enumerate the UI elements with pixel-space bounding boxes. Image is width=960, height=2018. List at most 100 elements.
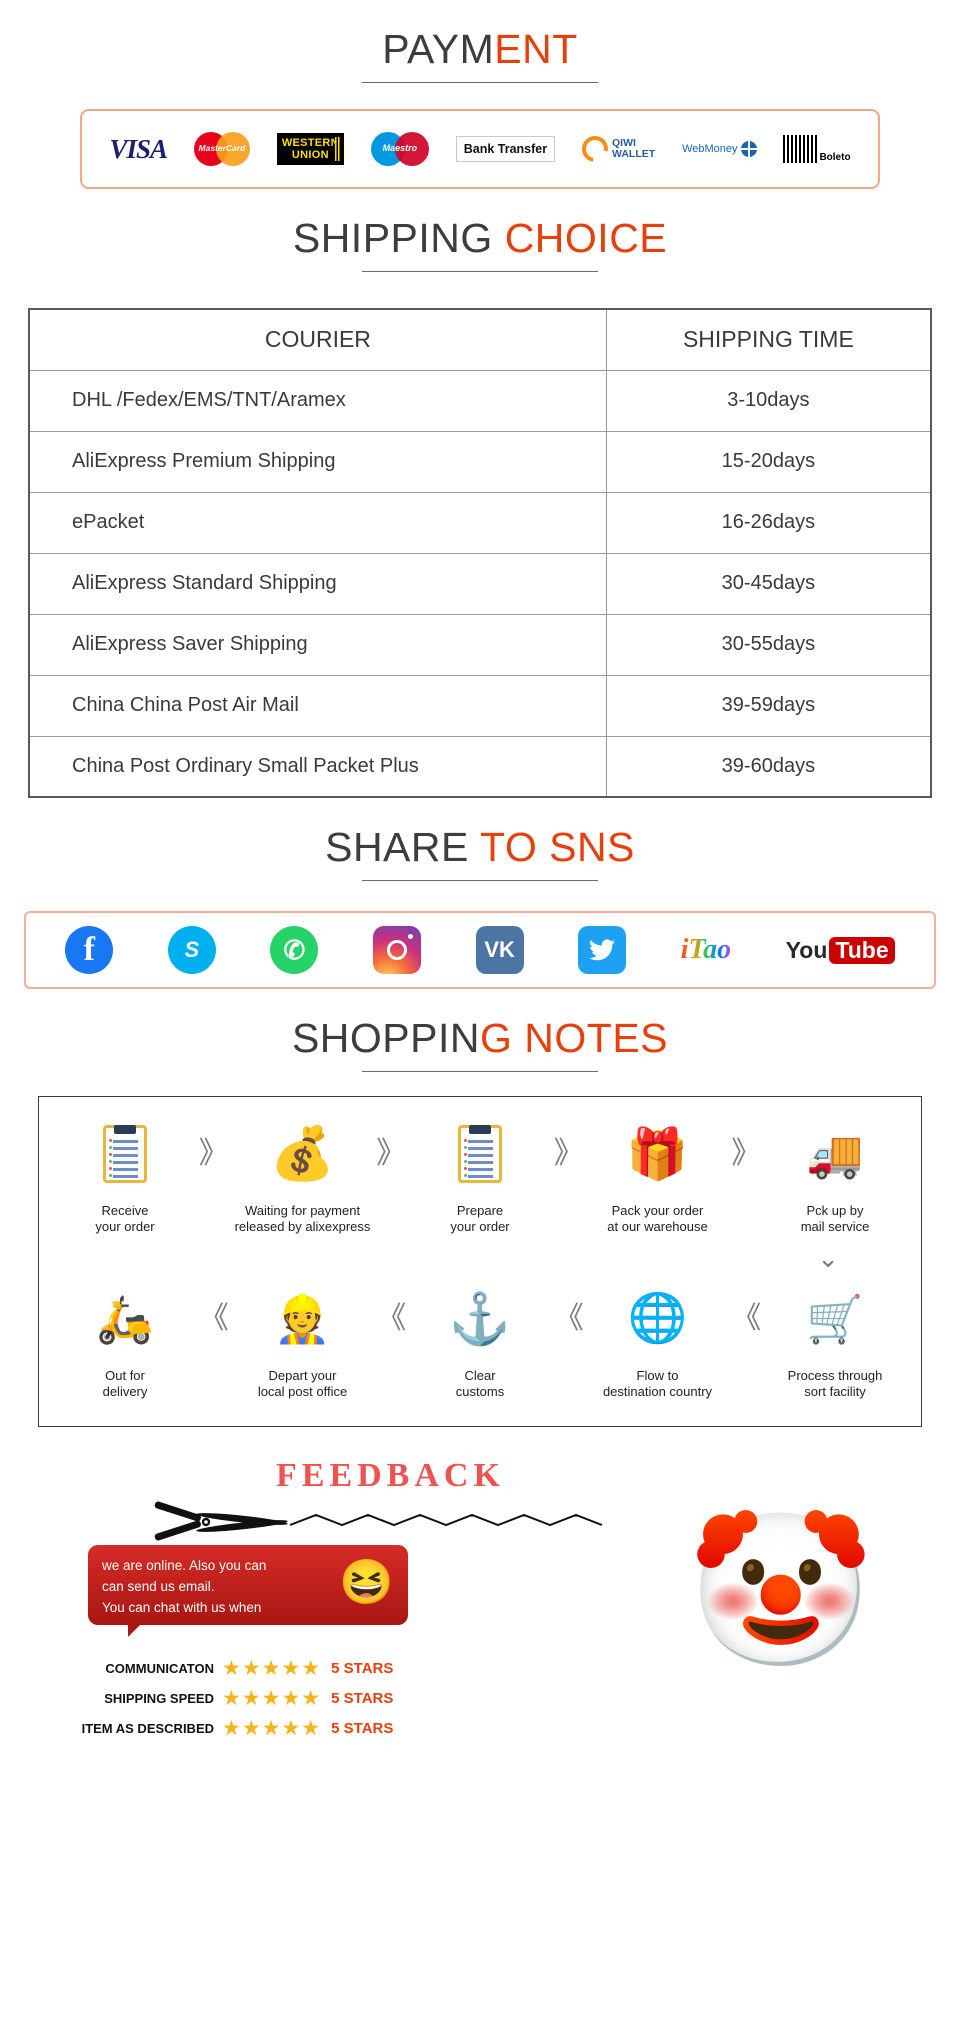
table-row: DHL /Fedex/EMS/TNT/Aramex 3-10days (28, 369, 932, 432)
chat-bubble: we are online. Also you can can send us … (88, 1545, 408, 1637)
rating-value: 5 STARS (331, 1689, 394, 1707)
cell-shipping-time: 3-10days (605, 369, 932, 432)
qiwi-line2: WALLET (612, 148, 656, 160)
shipping-table-head: COURIER SHIPPING TIME (28, 308, 932, 371)
shipping-heading-dark: SHIPPING (292, 215, 493, 261)
heading-underline (362, 880, 598, 881)
maestro-icon: Maestro (370, 132, 429, 166)
youtube-icon[interactable]: You Tube (786, 926, 895, 974)
qiwi-ring-icon (576, 130, 614, 168)
shopping-notes-section: Receive your order 》 💰 Waiting for payme… (0, 1096, 960, 1427)
shipping-heading-red: CHOICE (504, 215, 668, 261)
visa-label: VISA (109, 133, 168, 164)
barcode-icon (783, 135, 818, 163)
heading-underline (362, 82, 598, 83)
maestro-label: Maestro (382, 143, 418, 153)
payment-western-union-logo: WESTERN UNION (276, 133, 344, 165)
gift-box-icon: 🎁 (626, 1126, 689, 1182)
cell-shipping-time: 30-55days (605, 613, 932, 676)
step-caption: Flow to destination country (602, 1368, 713, 1399)
step-caption: Prepare your order (450, 1203, 510, 1234)
payment-boleto-logo: Boleto (783, 135, 851, 163)
rating-label: SHIPPING SPEED (104, 1690, 214, 1706)
step-flow-destination: 🌐 Flow to destination country (588, 1280, 728, 1400)
feedback-ratings: COMMUNICATON ★★★★★ 5 STARS SHIPPING SPEE… (72, 1653, 394, 1743)
instagram-dot-icon (408, 934, 414, 939)
payment-heading: PAYMENT (0, 0, 960, 83)
instagram-icon[interactable] (373, 926, 422, 974)
step-caption: Waiting for payment released by alixexpr… (234, 1203, 371, 1234)
heading-underline (362, 271, 598, 272)
payment-visa-logo: VISA (109, 133, 168, 165)
skype-icon[interactable]: S (167, 926, 216, 974)
webmoney-label: WebMoney (682, 143, 738, 155)
cell-courier: AliExpress Premium Shipping (28, 430, 607, 493)
chevron-forward-icon: 》 (553, 1137, 584, 1170)
payment-webmoney-logo: WebMoney (682, 141, 757, 157)
delivery-truck-icon: 🚚 (806, 1128, 864, 1180)
shipping-table-body: DHL /Fedex/EMS/TNT/Aramex 3-10days AliEx… (28, 369, 932, 798)
payment-section: VISA MasterCard WESTERN UNION Maestro Ba… (0, 109, 960, 189)
instagram-lens-icon (387, 940, 408, 960)
step-caption: Clear customs (455, 1368, 505, 1399)
step-caption: Process through sort facility (787, 1368, 883, 1399)
itao-icon[interactable]: iTao (681, 926, 731, 974)
vk-icon[interactable]: VK (475, 926, 524, 974)
rating-label: COMMUNICATON (105, 1660, 214, 1676)
western-union-line1: WESTERN (281, 137, 339, 149)
itao-label: iTao (680, 934, 732, 965)
cell-shipping-time: 30-45days (605, 552, 932, 615)
mascot-character-icon: 🤡 (687, 1506, 874, 1674)
sns-heading: SHARE TO SNS (0, 798, 960, 881)
notes-step-row-2: 🛵 Out for delivery 《 👷 Depart your local… (49, 1280, 911, 1400)
step-caption: Depart your local post office (257, 1368, 348, 1399)
whatsapp-icon[interactable]: ✆ (270, 926, 319, 974)
table-header-row: COURIER SHIPPING TIME (28, 308, 932, 371)
notes-heading-dark: SHOPPIN (291, 1015, 480, 1061)
table-row: AliExpress Saver Shipping 30-55days (28, 613, 932, 676)
clipboard-icon (410, 1115, 550, 1193)
notes-heading: SHOPPING NOTES (0, 989, 960, 1072)
anchor-icon: ⚓ (448, 1291, 512, 1347)
step-caption: Pck up by mail service (800, 1203, 870, 1234)
star-icons: ★★★★★ (222, 1686, 322, 1710)
feedback-section: FEEDBACK we are online. Also you can can… (0, 1457, 960, 1787)
rating-label: ITEM AS DESCRIBED (81, 1720, 214, 1736)
postman-icon: 👷 (273, 1293, 332, 1345)
product-detail-footer: PAYMENT VISA MasterCard WESTERN UNION Ma… (0, 0, 960, 1787)
cell-shipping-time: 39-59days (605, 674, 932, 737)
scissors-zigzag-line (154, 1501, 603, 1541)
step-pack-order: 🎁 Pack your order at our warehouse (588, 1115, 728, 1235)
payment-heading-red: ENT (494, 26, 578, 72)
facebook-glyph: f (83, 931, 95, 968)
globe-icon: 🌐 (627, 1292, 688, 1345)
cell-shipping-time: 39-60days (605, 735, 932, 798)
step-out-for-delivery: 🛵 Out for delivery (55, 1280, 195, 1400)
rating-row: COMMUNICATON ★★★★★ 5 STARS (72, 1653, 393, 1683)
chevron-down-icon: ⌄ (817, 1243, 839, 1273)
qiwi-icon: QIWI WALLET (576, 130, 656, 168)
sns-icons-box: f S ✆ VK iTao You Tube (24, 911, 936, 989)
skype-glyph: S (184, 937, 200, 962)
boleto-icon: Boleto (783, 135, 851, 163)
facebook-icon[interactable]: f (65, 926, 114, 974)
column-header-courier: COURIER (28, 308, 607, 371)
clipboard-icon (55, 1115, 195, 1193)
cell-courier: AliExpress Standard Shipping (28, 552, 607, 615)
chevron-forward-icon: 》 (731, 1137, 762, 1170)
shipping-table: COURIER SHIPPING TIME DHL /Fedex/EMS/TNT… (28, 308, 932, 798)
sorting-cart-icon: 🛒 (806, 1293, 864, 1345)
western-union-line2: UNION (291, 149, 329, 161)
payment-qiwi-logo: QIWI WALLET (576, 130, 656, 168)
notes-step-row-1: Receive your order 》 💰 Waiting for payme… (49, 1115, 911, 1235)
table-row: China China Post Air Mail 39-59days (28, 674, 932, 737)
youtube-tube-label: Tube (829, 936, 895, 964)
step-waiting-payment: 💰 Waiting for payment released by alixex… (233, 1115, 373, 1235)
whatsapp-glyph: ✆ (283, 934, 306, 965)
step-depart-post-office: 👷 Depart your local post office (233, 1280, 373, 1400)
twitter-icon[interactable] (578, 926, 627, 974)
shipping-section: COURIER SHIPPING TIME DHL /Fedex/EMS/TNT… (0, 308, 960, 798)
cell-courier: China China Post Air Mail (28, 674, 607, 737)
western-union-icon: WESTERN UNION (276, 133, 344, 165)
star-icons: ★★★★★ (222, 1656, 322, 1680)
